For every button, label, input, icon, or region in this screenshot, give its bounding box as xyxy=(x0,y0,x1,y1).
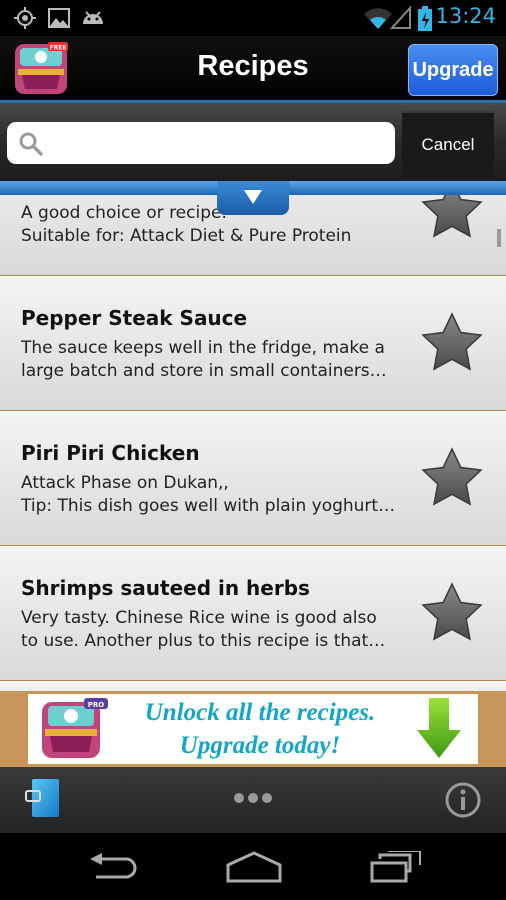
cancel-button[interactable]: Cancel xyxy=(402,111,494,177)
recipe-list[interactable]: A good choice or recipe. Suitable for: A… xyxy=(0,195,506,691)
scroll-indicator xyxy=(497,229,501,247)
recipe-description: Very tasty. Chinese Rice wine is good al… xyxy=(21,608,377,628)
recipe-description: large batch and store in small container… xyxy=(21,361,387,381)
more-options-icon[interactable] xyxy=(233,792,273,804)
signal-icon xyxy=(390,6,411,29)
recipe-title: Pepper Steak Sauce xyxy=(21,306,248,330)
search-field[interactable] xyxy=(7,122,395,164)
recipe-description: Tip: This dish goes well with plain yogh… xyxy=(21,496,396,516)
recipe-title: Piri Piri Chicken xyxy=(21,441,200,465)
list-item[interactable]: Shrimps sauteed in herbs Very tasty. Chi… xyxy=(0,546,506,681)
app-logo-icon: PRO xyxy=(42,698,108,758)
search-input[interactable] xyxy=(47,126,391,162)
list-item[interactable] xyxy=(0,681,506,691)
status-bar: 13:24 xyxy=(0,0,506,36)
recipe-title: Shrimps sauteed in herbs xyxy=(21,576,310,600)
ad-line-1: Unlock all the recipes. xyxy=(144,699,376,726)
export-icon[interactable] xyxy=(24,778,60,818)
star-icon[interactable] xyxy=(421,195,483,239)
search-icon xyxy=(19,132,43,156)
battery-icon xyxy=(418,6,432,31)
list-item[interactable]: Pepper Steak Sauce The sauce keeps well … xyxy=(0,276,506,411)
ad-banner-inner[interactable]: PRO Unlock all the recipes. Upgrade toda… xyxy=(28,694,478,764)
system-nav-bar xyxy=(0,833,506,900)
home-icon[interactable] xyxy=(226,851,282,883)
info-icon[interactable] xyxy=(445,782,481,818)
download-arrow-icon xyxy=(417,698,461,758)
android-icon xyxy=(83,11,103,24)
expand-tab[interactable] xyxy=(217,181,289,215)
back-icon[interactable] xyxy=(86,853,138,881)
recipe-description: Suitable for: Attack Diet & Pure Protein xyxy=(21,226,352,246)
recipe-description: A good choice or recipe. xyxy=(21,203,227,223)
gps-icon xyxy=(14,7,36,29)
image-icon xyxy=(48,8,70,28)
recipe-description: The sauce keeps well in the fridge, make… xyxy=(21,338,385,358)
recipe-description: to use. Another plus to this recipe is t… xyxy=(21,631,386,651)
upgrade-button[interactable]: Upgrade xyxy=(408,44,498,96)
search-bar: Cancel xyxy=(0,103,506,181)
triangle-down-icon xyxy=(244,190,262,204)
ad-text: Unlock all the recipes. Upgrade today! xyxy=(124,696,396,762)
ad-line-2: Upgrade today! xyxy=(179,732,341,759)
bottom-toolbar xyxy=(0,767,506,833)
wifi-icon xyxy=(364,8,392,29)
star-icon[interactable] xyxy=(421,312,483,372)
star-icon[interactable] xyxy=(421,447,483,507)
title-bar: FREE Recipes Upgrade xyxy=(0,36,506,103)
recent-apps-icon[interactable] xyxy=(370,851,422,883)
recipe-description: Attack Phase on Dukan,, xyxy=(21,473,229,493)
clock: 13:24 xyxy=(435,4,496,28)
ad-banner[interactable]: PRO Unlock all the recipes. Upgrade toda… xyxy=(0,691,506,767)
ad-logo-badge: PRO xyxy=(88,701,105,709)
list-item[interactable]: Piri Piri Chicken Attack Phase on Dukan,… xyxy=(0,411,506,546)
star-icon[interactable] xyxy=(421,582,483,642)
